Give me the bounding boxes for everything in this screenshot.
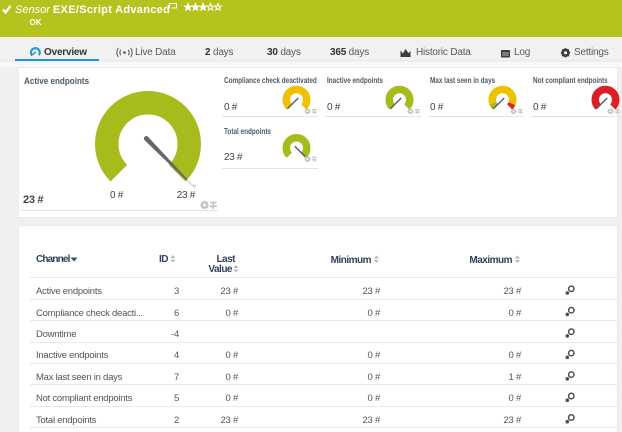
svg-text:x: x [193,183,197,190]
